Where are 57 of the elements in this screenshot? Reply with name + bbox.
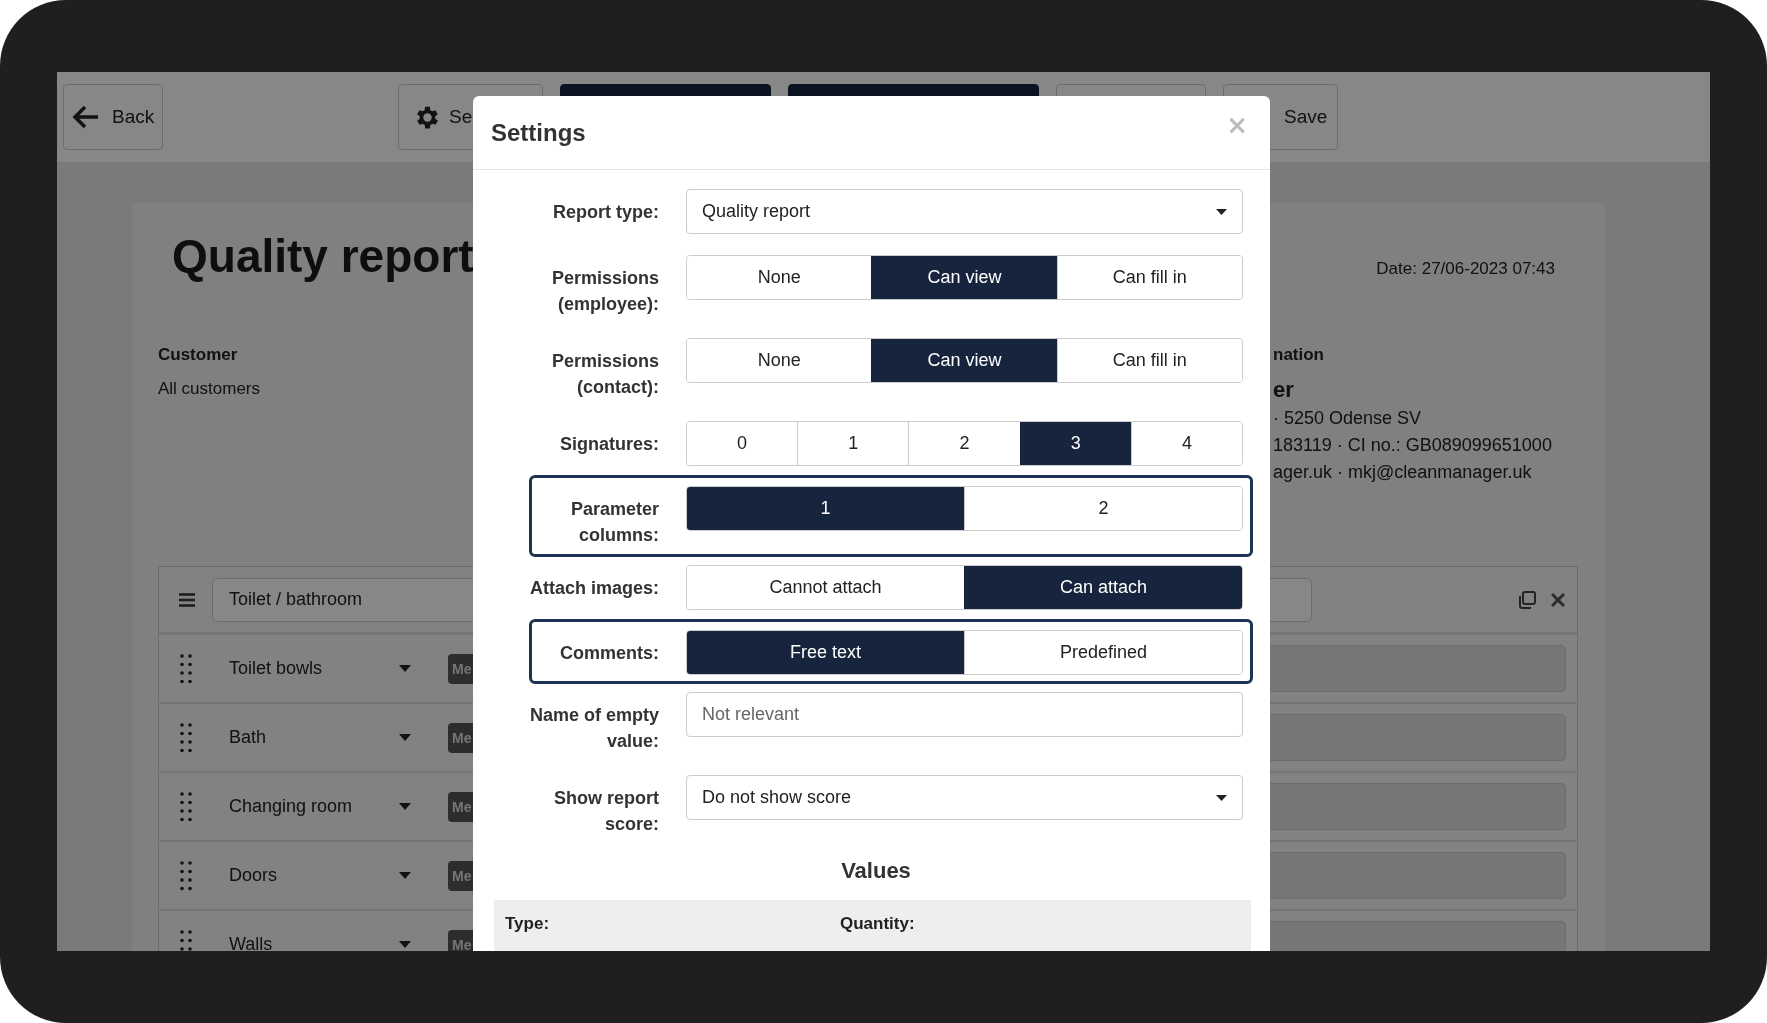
option-button[interactable]: Can view <box>871 256 1057 299</box>
option-button[interactable]: Can fill in <box>1056 256 1242 299</box>
section-heading: Values <box>840 858 912 884</box>
menu-icon[interactable] <box>179 592 195 607</box>
field-label: Signatures: <box>558 433 659 456</box>
option-button[interactable]: 2 <box>964 487 1242 530</box>
option-button[interactable]: 3 <box>1019 422 1131 465</box>
drag-handle-icon[interactable] <box>180 653 192 684</box>
select-field[interactable]: Quality report <box>686 189 1243 234</box>
option-button[interactable]: Can attach <box>964 566 1242 609</box>
report-date: Date: 27/06-2023 07:43 <box>1376 259 1555 279</box>
field-label: Name of empty value: <box>528 704 659 753</box>
caret-icon[interactable] <box>399 665 411 672</box>
option-button[interactable]: Can fill in <box>1056 339 1242 382</box>
column-header: Type: <box>505 914 551 935</box>
field-label: Show report score: <box>553 787 659 836</box>
select-field[interactable]: Do not show score <box>686 775 1243 820</box>
drag-handle-icon[interactable] <box>180 722 192 753</box>
company-detail: · 5250 Odense SV <box>1273 407 1422 430</box>
field-label: Comments: <box>559 642 659 665</box>
parameter-name: Changing room <box>229 796 354 817</box>
parameter-name: Toilet bowls <box>229 658 324 679</box>
caret-icon[interactable] <box>399 941 411 948</box>
option-button[interactable]: Free text <box>687 631 964 674</box>
drag-handle-icon[interactable] <box>180 791 192 822</box>
back-arrow-icon <box>72 105 100 129</box>
input-field[interactable]: Not relevant <box>686 692 1243 737</box>
customer-label: Customer <box>158 344 238 366</box>
close-icon[interactable] <box>1551 592 1565 607</box>
field-label: Report type: <box>552 201 659 224</box>
parameter-name: Walls <box>229 934 274 951</box>
field-label: Permissions (contact): <box>550 350 659 399</box>
field-label: Attach images: <box>528 577 659 600</box>
company-detail: ager.uk · mkj@cleanmanager.uk <box>1273 461 1532 484</box>
customer-value: All customers <box>158 378 261 400</box>
caret-icon <box>1216 794 1227 801</box>
caret-icon[interactable] <box>399 803 411 810</box>
field-label: Permissions (employee): <box>550 267 659 316</box>
column-header: Quantity: <box>840 914 916 935</box>
option-button[interactable]: Predefined <box>964 631 1242 674</box>
option-button[interactable]: 1 <box>687 487 964 530</box>
company-detail: 183119 · CI no.: GB089099651000 <box>1273 434 1552 457</box>
drag-handle-icon[interactable] <box>180 860 192 891</box>
parameter-name: Bath <box>229 727 268 748</box>
parameter-name: Doors <box>229 865 278 886</box>
company-name: er <box>1273 376 1294 404</box>
option-button[interactable]: Can view <box>871 339 1057 382</box>
field-label: Parameter columns: <box>569 498 659 547</box>
report-title: Quality report <box>172 229 474 284</box>
copy-icon[interactable] <box>1517 589 1537 610</box>
option-button[interactable]: 4 <box>1130 422 1242 465</box>
company-heading: nation <box>1273 344 1324 366</box>
caret-icon <box>1216 208 1227 215</box>
caret-icon[interactable] <box>399 872 411 879</box>
caret-icon[interactable] <box>399 734 411 741</box>
drag-handle-icon[interactable] <box>180 929 192 951</box>
back-button[interactable]: Back <box>63 84 163 150</box>
